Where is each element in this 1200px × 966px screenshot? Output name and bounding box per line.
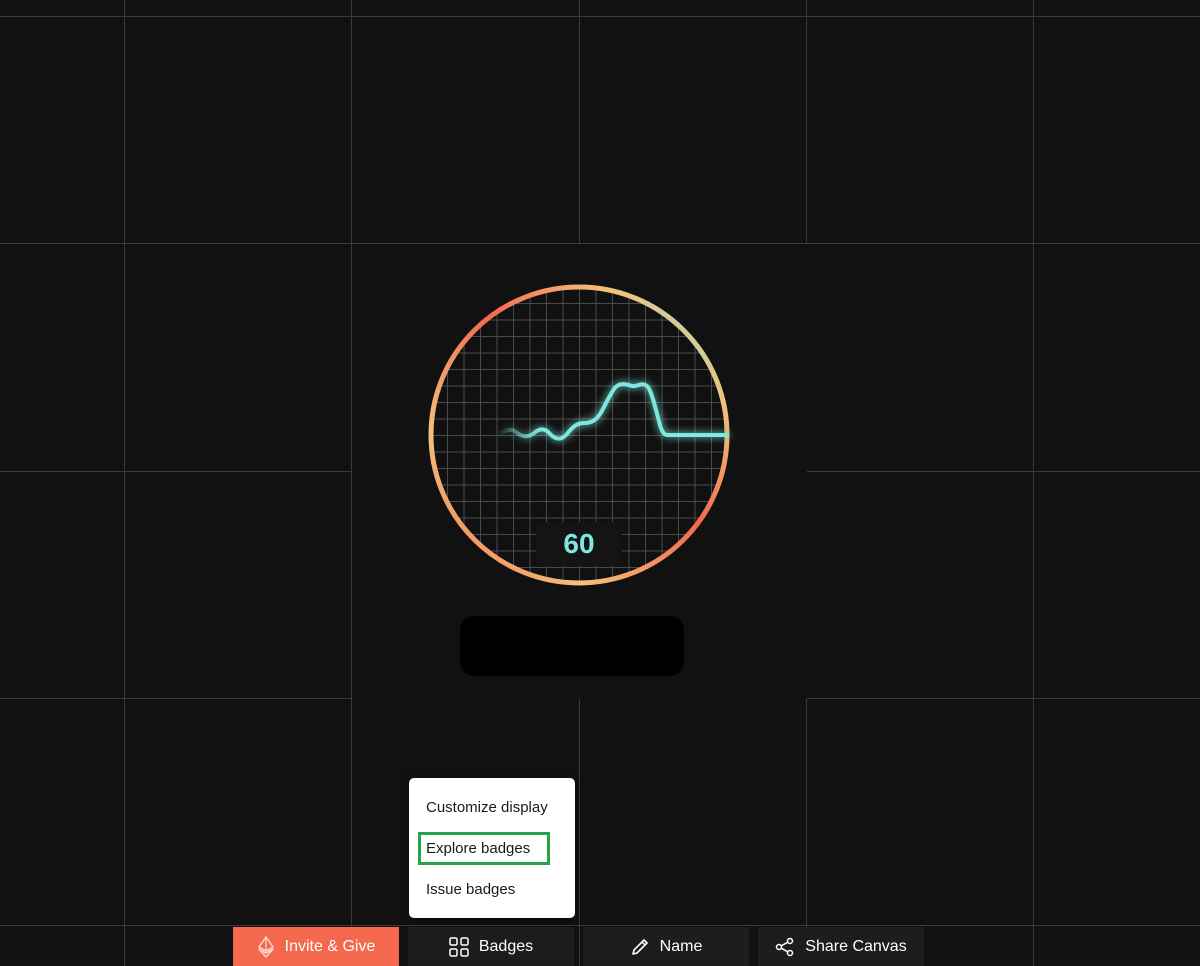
name-pill[interactable] [460,616,684,676]
gauge-display [428,284,730,586]
name-label: Name [659,937,703,955]
menu-item-issue-badges[interactable]: Issue badges [426,881,515,898]
share-canvas-label: Share Canvas [805,937,907,955]
badges-label: Badges [478,937,534,955]
share-canvas-button[interactable]: Share Canvas [758,927,924,966]
invite-give-button[interactable]: Invite & Give [233,927,399,966]
badges-menu: Customize display Explore badges Issue b… [409,778,575,918]
badges-button[interactable]: Badges [408,927,574,966]
menu-item-customize-display[interactable]: Customize display [426,799,548,816]
menu-item-explore-badges[interactable]: Explore badges [417,832,551,865]
ethereum-icon [257,935,275,958]
gauge-reading: 60 [536,522,622,566]
grid-icon [449,936,469,957]
share-icon [775,937,795,957]
pencil-icon [630,937,650,957]
invite-give-label: Invite & Give [284,937,376,955]
name-button[interactable]: Name [583,927,749,966]
